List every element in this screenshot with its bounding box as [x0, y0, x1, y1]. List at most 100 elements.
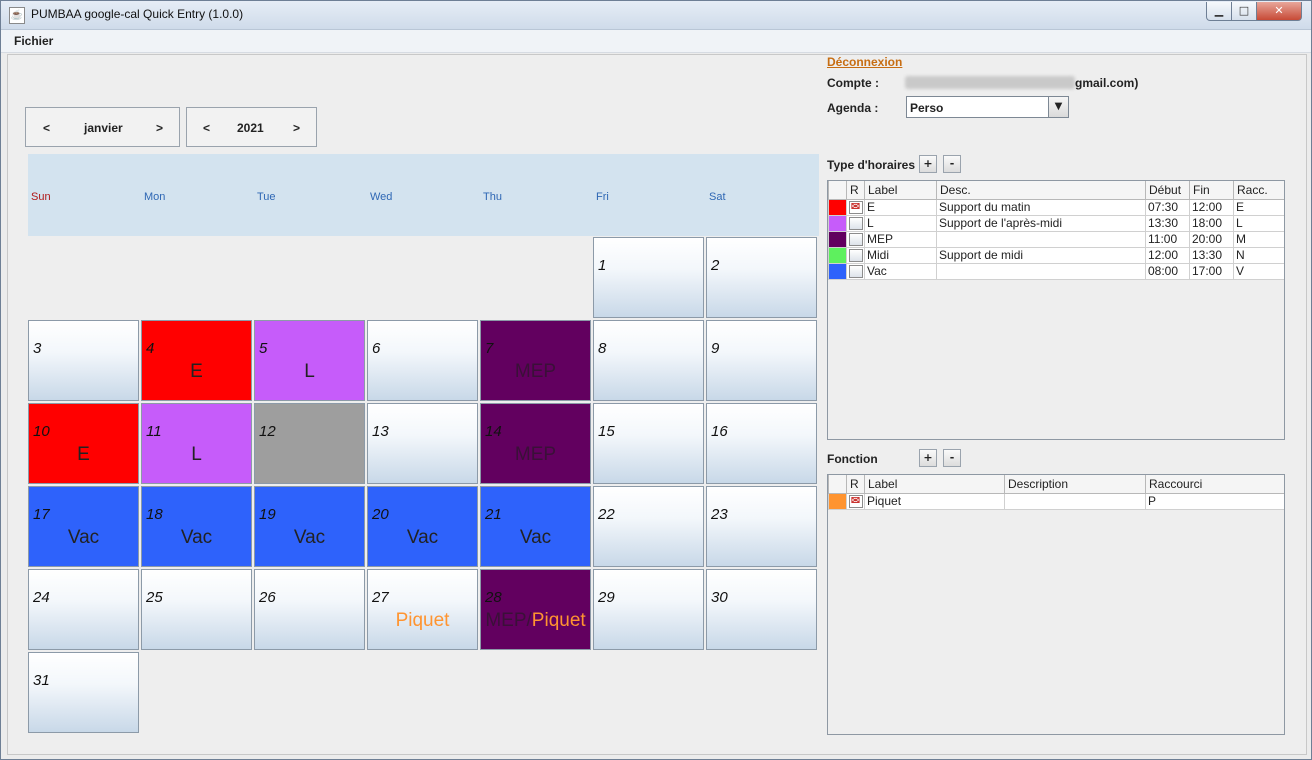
function-row[interactable]: ✉ Piquet P [828, 493, 1284, 510]
reminder-checkbox[interactable] [848, 217, 863, 230]
color-swatch-cell[interactable] [828, 199, 847, 216]
schedule-type-cell-start[interactable]: 12:00 [1145, 247, 1190, 264]
schedule-type-col-dbut[interactable]: Début [1145, 181, 1190, 200]
schedule-type-col-color[interactable] [828, 181, 847, 200]
reminder-cell[interactable]: ✉ [846, 493, 865, 510]
next-year-button[interactable]: > [293, 121, 300, 135]
reminder-cell[interactable] [846, 231, 865, 248]
schedule-type-row[interactable]: MEP 11:00 20:00 M [828, 231, 1284, 248]
schedule-type-row[interactable]: Midi Support de midi 12:00 13:30 N [828, 247, 1284, 264]
day-cell-8[interactable]: 8 [593, 320, 704, 401]
function-cell-shortcut[interactable]: P [1145, 493, 1284, 510]
day-cell-21[interactable]: 21 Vac [480, 486, 591, 567]
day-cell-13[interactable]: 13 [367, 403, 478, 484]
day-cell-28[interactable]: 28 MEP/Piquet [480, 569, 591, 650]
schedule-type-cell-end[interactable]: 13:30 [1189, 247, 1234, 264]
schedule-type-cell-end[interactable]: 20:00 [1189, 231, 1234, 248]
color-swatch[interactable] [829, 232, 846, 247]
day-cell-6[interactable]: 6 [367, 320, 478, 401]
day-cell-3[interactable]: 3 [28, 320, 139, 401]
day-cell-24[interactable]: 24 [28, 569, 139, 650]
color-swatch-cell[interactable] [828, 215, 847, 232]
day-cell-9[interactable]: 9 [706, 320, 817, 401]
function-cell-desc[interactable] [1004, 493, 1146, 510]
remove-function-button[interactable]: - [943, 449, 961, 467]
day-cell-12[interactable]: 12 [254, 403, 365, 484]
day-cell-19[interactable]: 19 Vac [254, 486, 365, 567]
schedule-type-cell-shortcut[interactable]: N [1233, 247, 1284, 264]
schedule-type-cell-shortcut[interactable]: L [1233, 215, 1284, 232]
schedule-type-row[interactable]: ✉ E Support du matin 07:30 12:00 E [828, 199, 1284, 216]
day-cell-4[interactable]: 4E [141, 320, 252, 401]
color-swatch-cell[interactable] [828, 231, 847, 248]
function-cell-label[interactable]: Piquet [864, 493, 1005, 510]
schedule-type-cell-start[interactable]: 11:00 [1145, 231, 1190, 248]
schedule-type-col-racc[interactable]: Racc. [1233, 181, 1284, 200]
schedule-type-col-r[interactable]: R [846, 181, 865, 200]
schedule-type-cell-label[interactable]: Midi [864, 247, 937, 264]
reminder-cell[interactable] [846, 263, 865, 280]
schedule-type-row[interactable]: L Support de l'après-midi 13:30 18:00 L [828, 215, 1284, 232]
gmail-reminder-icon[interactable]: ✉ [848, 495, 863, 508]
color-swatch[interactable] [829, 494, 846, 509]
chevron-down-icon[interactable]: ▼ [1048, 97, 1068, 117]
day-cell-1[interactable]: 1 [593, 237, 704, 318]
add-schedule-type-button[interactable]: + [919, 155, 937, 173]
function-col-r[interactable]: R [846, 475, 865, 494]
schedule-type-cell-label[interactable]: MEP [864, 231, 937, 248]
day-cell-25[interactable]: 25 [141, 569, 252, 650]
remove-schedule-type-button[interactable]: - [943, 155, 961, 173]
color-swatch-cell[interactable] [828, 263, 847, 280]
next-month-button[interactable]: > [156, 121, 163, 135]
function-col-description[interactable]: Description [1004, 475, 1146, 494]
schedule-type-cell-end[interactable]: 18:00 [1189, 215, 1234, 232]
reminder-cell[interactable] [846, 215, 865, 232]
schedule-type-col-fin[interactable]: Fin [1189, 181, 1234, 200]
schedule-type-cell-desc[interactable]: Support de midi [936, 247, 1146, 264]
schedule-type-cell-desc[interactable] [936, 231, 1146, 248]
function-col-color[interactable] [828, 475, 847, 494]
color-swatch-cell[interactable] [828, 247, 847, 264]
day-cell-10[interactable]: 10 E [28, 403, 139, 484]
color-swatch[interactable] [829, 216, 846, 231]
schedule-type-cell-label[interactable]: L [864, 215, 937, 232]
close-button[interactable]: ✕ [1256, 2, 1302, 21]
reminder-checkbox[interactable] [848, 233, 863, 246]
day-cell-18[interactable]: 18 Vac [141, 486, 252, 567]
schedule-type-cell-desc[interactable]: Support du matin [936, 199, 1146, 216]
day-cell-15[interactable]: 15 [593, 403, 704, 484]
prev-year-button[interactable]: < [203, 121, 210, 135]
reminder-cell[interactable]: ✉ [846, 199, 865, 216]
day-cell-22[interactable]: 22 [593, 486, 704, 567]
minimize-button[interactable]: ▁ [1206, 2, 1232, 21]
schedule-type-cell-shortcut[interactable]: E [1233, 199, 1284, 216]
color-swatch[interactable] [829, 248, 846, 263]
schedule-type-cell-end[interactable]: 12:00 [1189, 199, 1234, 216]
schedule-type-cell-label[interactable]: Vac [864, 263, 937, 280]
gmail-reminder-icon[interactable]: ✉ [848, 201, 863, 214]
schedule-type-cell-start[interactable]: 07:30 [1145, 199, 1190, 216]
menu-fichier[interactable]: Fichier [14, 34, 53, 48]
schedule-type-cell-shortcut[interactable]: M [1233, 231, 1284, 248]
schedule-type-cell-label[interactable]: E [864, 199, 937, 216]
day-cell-29[interactable]: 29 [593, 569, 704, 650]
day-cell-23[interactable]: 23 [706, 486, 817, 567]
day-cell-17[interactable]: 17 Vac [28, 486, 139, 567]
color-swatch[interactable] [829, 264, 846, 279]
day-cell-26[interactable]: 26 [254, 569, 365, 650]
day-cell-5[interactable]: 5L [254, 320, 365, 401]
schedule-type-cell-desc[interactable] [936, 263, 1146, 280]
schedule-type-cell-start[interactable]: 13:30 [1145, 215, 1190, 232]
color-swatch[interactable] [829, 200, 846, 215]
day-cell-2[interactable]: 2 [706, 237, 817, 318]
schedule-type-cell-shortcut[interactable]: V [1233, 263, 1284, 280]
schedule-type-col-label[interactable]: Label [864, 181, 937, 200]
agenda-select[interactable]: Perso ▼ [906, 96, 1069, 118]
function-col-label[interactable]: Label [864, 475, 1005, 494]
maximize-button[interactable]: □ [1231, 2, 1257, 21]
reminder-checkbox[interactable] [848, 265, 863, 278]
color-swatch-cell[interactable] [828, 493, 847, 510]
day-cell-30[interactable]: 30 [706, 569, 817, 650]
add-function-button[interactable]: + [919, 449, 937, 467]
day-cell-16[interactable]: 16 [706, 403, 817, 484]
